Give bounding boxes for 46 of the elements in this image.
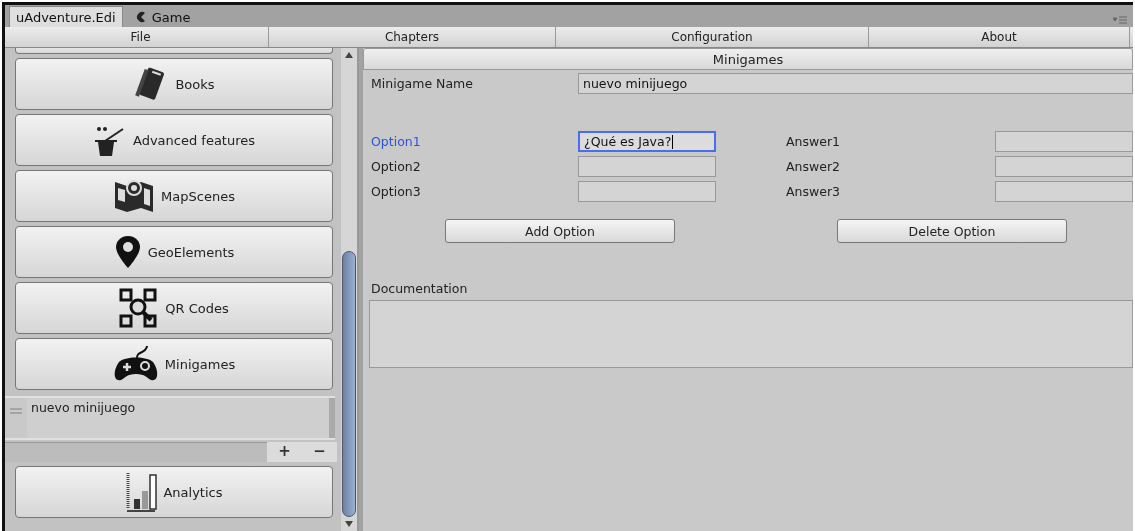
documentation-field[interactable]	[369, 300, 1133, 368]
map-pin-icon	[113, 178, 156, 214]
field-label: Answer3	[786, 184, 841, 199]
menu-icon	[1113, 15, 1127, 25]
sidebar-button[interactable]: Analytics	[15, 466, 333, 518]
qr-search-icon	[119, 288, 160, 328]
bar-chart-icon	[125, 471, 158, 513]
action-button[interactable]: Delete Option	[837, 219, 1067, 243]
drag-handle-icon	[10, 408, 22, 414]
sidebar-button[interactable]: Advanced features	[15, 114, 333, 166]
sidebar-button[interactable]: Minigames	[15, 338, 333, 390]
menu-item[interactable]: Configuration	[556, 27, 869, 47]
field-label: Answer2	[786, 159, 841, 174]
field-label: Documentation	[370, 280, 469, 298]
menu-item[interactable]: Chapters	[269, 27, 556, 47]
panel-header: Minigames	[363, 48, 1133, 70]
game-icon	[134, 11, 147, 23]
field-label: Option2	[371, 159, 422, 174]
option-field[interactable]	[578, 181, 716, 202]
field-label: Minigame Name	[371, 76, 474, 91]
name-field[interactable]: nuevo minijuego	[578, 73, 1133, 94]
field-label: Option3	[371, 184, 422, 199]
add-button[interactable]: +	[278, 442, 291, 462]
answer-field[interactable]	[995, 156, 1133, 177]
location-pin-icon	[113, 234, 142, 270]
action-button[interactable]: Add Option	[445, 219, 675, 243]
answer-field[interactable]	[995, 181, 1133, 202]
list-item[interactable]: nuevo minijuego	[27, 398, 335, 438]
menu-item[interactable]: About	[869, 27, 1130, 47]
option-field[interactable]: ¿Qué es Java?	[578, 131, 716, 152]
up-arrow-icon	[345, 52, 354, 58]
menu-item[interactable]: File	[13, 27, 269, 47]
sidebar-button[interactable]: MapScenes	[15, 170, 333, 222]
down-arrow-icon	[345, 521, 354, 527]
field-label: Answer1	[786, 134, 841, 149]
option-field[interactable]	[578, 156, 716, 177]
sidebar-button[interactable]: Books	[15, 58, 333, 110]
field-label: Option1	[371, 134, 422, 149]
remove-button[interactable]: −	[313, 442, 326, 462]
window-tab[interactable]: Game	[128, 7, 197, 27]
scrollbar[interactable]	[341, 48, 357, 531]
answer-field[interactable]	[995, 131, 1133, 152]
sidebar-button[interactable]: GeoElements	[15, 226, 333, 278]
text-cursor	[672, 134, 674, 149]
sidebar-button[interactable]: QR Codes	[15, 282, 333, 334]
window-tab[interactable]: uAdventure.Edi	[9, 6, 123, 27]
